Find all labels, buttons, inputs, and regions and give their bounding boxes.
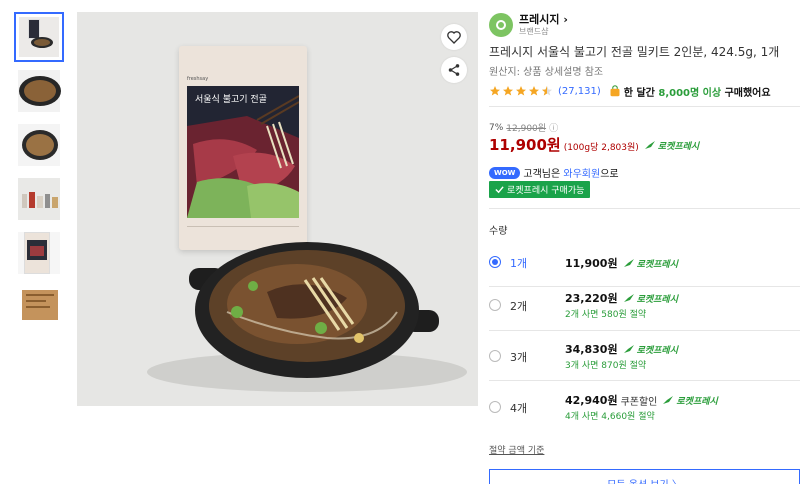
review-count-link[interactable]: (27,131) — [558, 86, 601, 97]
option-2[interactable]: 2개 23,220원 로켓프레시 2개 사면 580원 절약 — [489, 286, 800, 330]
rocket-fresh-badge: 로켓프레시 — [644, 139, 699, 152]
check-icon — [495, 186, 504, 194]
unit-price: (100g당 2,803원) — [563, 143, 639, 153]
radio-option-1[interactable] — [489, 256, 501, 268]
option-qty: 1개 — [510, 257, 528, 270]
original-price: 12,900원 — [506, 124, 547, 134]
option-price: 34,830원 로켓프레시 — [565, 343, 678, 356]
option-savings: 3개 사면 870원 절약 — [565, 361, 647, 371]
chevron-right-icon: › — [563, 13, 568, 26]
option-1[interactable]: 1개 11,900원 로켓프레시 — [489, 240, 800, 286]
quantity-label: 수량 — [489, 226, 508, 237]
thumbnail-list — [14, 12, 68, 336]
rocket-icon — [623, 345, 634, 353]
purchase-stat: 한 달간 8,000명 이상 구매했어요 — [623, 87, 771, 99]
option-price: 11,900원 로켓프레시 — [565, 257, 678, 270]
product-title: 프레시지 서울식 불고기 전골 밀키트 2인분, 424.5g, 1개 — [489, 45, 780, 59]
divider — [489, 208, 800, 209]
share-button[interactable] — [441, 57, 467, 83]
option-price: 42,940원 쿠폰할인 로켓프레시 — [565, 394, 718, 408]
divider — [489, 106, 800, 107]
radio-option-4[interactable] — [489, 401, 501, 413]
rocket-fresh-badge: 로켓프레시 — [662, 394, 718, 407]
wow-member-link[interactable]: 와우회원 — [563, 169, 600, 180]
rocket-fresh-available-badge: 로켓프레시 구매가능 — [489, 181, 591, 198]
rocket-fresh-badge: 로켓프레시 — [623, 257, 678, 270]
hotpot-image — [147, 242, 467, 392]
rocket-icon — [663, 396, 674, 404]
discount-row: 7% 12,900원 ⓘ — [489, 121, 558, 135]
shopping-bag-icon — [610, 85, 620, 97]
share-icon — [448, 64, 460, 76]
brand-shop-link[interactable]: 프레시지 › 브랜드샵 — [489, 12, 568, 38]
rocket-icon — [623, 294, 634, 302]
option-savings: 4개 사면 4,660원 절약 — [565, 412, 655, 422]
coupon-discount-label: 쿠폰할인 — [620, 396, 658, 408]
view-all-options-button[interactable]: 모든 옵션 보기 〉 — [489, 469, 800, 484]
rocket-fresh-badge: 로켓프레시 — [623, 292, 678, 305]
star-icon — [490, 86, 500, 96]
rocket-fresh-badge: 로켓프레시 — [623, 343, 678, 356]
option-qty: 2개 — [510, 300, 528, 313]
radio-option-2[interactable] — [489, 299, 501, 311]
discount-rate: 7% — [489, 122, 504, 133]
thumbnail-4[interactable] — [14, 174, 64, 224]
info-icon[interactable]: ⓘ — [549, 121, 558, 134]
option-savings: 2개 사면 580원 절약 — [565, 310, 647, 320]
half-star-icon — [542, 86, 552, 96]
main-product-image: freshsay 서울식 불고기 전골 — [77, 12, 478, 406]
option-4[interactable]: 4개 42,940원 쿠폰할인 로켓프레시 4개 사면 4,660원 절약 — [489, 380, 800, 428]
rating-row: (27,131) 한 달간 8,000명 이상 구매했어요 — [489, 83, 771, 99]
radio-option-3[interactable] — [489, 350, 501, 362]
star-icon — [516, 86, 526, 96]
option-qty: 4개 — [510, 402, 528, 415]
option-price: 23,220원 로켓프레시 — [565, 292, 678, 305]
sale-price: 11,900원 — [489, 136, 561, 154]
wishlist-heart-button[interactable] — [441, 24, 467, 50]
brand-name: 프레시지 — [519, 13, 560, 26]
heart-icon — [447, 31, 461, 44]
thumbnail-3[interactable] — [14, 120, 64, 170]
leaf-icon — [496, 20, 506, 30]
thumbnail-5[interactable] — [14, 228, 64, 278]
thumbnail-6[interactable] — [14, 282, 64, 332]
wow-row: WOW 고객님은 와우회원으로 — [489, 165, 619, 180]
thumbnail-2[interactable] — [14, 66, 64, 116]
product-info-panel: 프레시지 › 브랜드샵 프레시지 서울식 불고기 전골 밀키트 2인분, 424… — [489, 0, 800, 484]
star-icon — [529, 86, 539, 96]
wow-badge: WOW — [489, 166, 521, 179]
brand-sub: 브랜드샵 — [519, 27, 549, 36]
option-3[interactable]: 3개 34,830원 로켓프레시 3개 사면 870원 절약 — [489, 330, 800, 380]
option-qty: 3개 — [510, 351, 528, 364]
product-origin: 원산지: 상품 상세설명 참조 — [489, 67, 604, 78]
thumbnail-1[interactable] — [14, 12, 64, 62]
brand-logo — [489, 13, 513, 37]
rocket-icon — [644, 141, 655, 149]
star-icon — [503, 86, 513, 96]
savings-criteria-link[interactable]: 절약 금액 기준 — [489, 443, 544, 456]
price-row: 11,900원 (100g당 2,803원) 로켓프레시 — [489, 134, 699, 155]
rocket-icon — [623, 259, 634, 267]
